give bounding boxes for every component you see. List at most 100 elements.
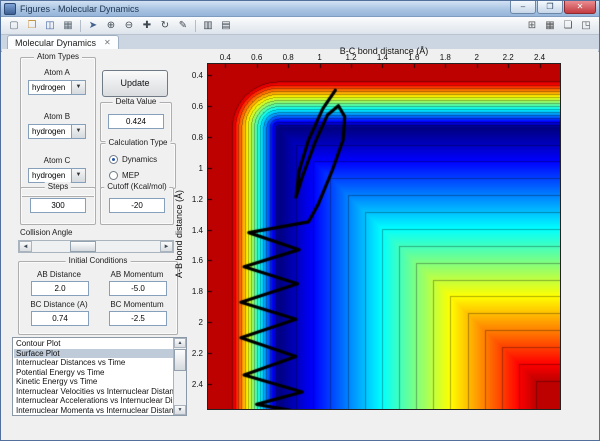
atom-a-label: Atom A	[21, 68, 93, 78]
dropdown-arrow-icon[interactable]: ▼	[72, 124, 86, 139]
plot-list-item[interactable]: Internuclear Momenta vs Internuclear Dis…	[14, 406, 173, 415]
atom-a-select[interactable]: hydrogen▼	[28, 80, 86, 95]
radio-icon[interactable]	[109, 171, 118, 180]
insert-legend-icon[interactable]: ▤	[217, 18, 235, 33]
cutoff-field[interactable]: -20	[109, 198, 165, 213]
plot-list-item[interactable]: Kinetic Energy vs Time	[14, 377, 173, 387]
maximize-button[interactable]: ❐	[537, 1, 563, 14]
dropdown-arrow-icon[interactable]: ▼	[72, 80, 86, 95]
plot-list-item[interactable]: Potential Energy vs Time	[14, 368, 173, 378]
plot-list-item[interactable]: Internuclear Velocities vs Internuclear …	[14, 387, 173, 397]
ab-distance-label: AB Distance	[25, 270, 93, 280]
y-tick-label: 1.8	[188, 287, 203, 296]
print-icon[interactable]: ▦	[59, 18, 77, 33]
plot-list-item[interactable]: Internuclear Accelerations vs Internucle…	[14, 396, 173, 406]
rotate-3d-icon[interactable]: ↻	[156, 18, 174, 33]
plot-list-item[interactable]: Surface Plot	[14, 349, 173, 359]
calc-option-mep[interactable]: MEP	[109, 171, 139, 180]
x-tick-label: 1	[308, 53, 332, 62]
y-tick-label: 0.6	[188, 102, 203, 111]
float-figure-icon[interactable]: ❏	[559, 18, 577, 33]
slider-track[interactable]	[32, 241, 160, 252]
zoom-out-icon[interactable]: ⊖	[120, 18, 138, 33]
open-file-icon[interactable]: ❒	[23, 18, 41, 33]
collision-angle-label: Collision Angle	[20, 228, 72, 238]
x-tick-label: 1.8	[433, 53, 457, 62]
bc-momentum-label: BC Momentum	[103, 300, 171, 310]
delta-value-title: Delta Value	[113, 97, 160, 107]
x-tick-label: 2.4	[528, 53, 552, 62]
update-button[interactable]: Update	[102, 70, 168, 97]
window-title: Figures - Molecular Dynamics	[20, 2, 506, 16]
atom-b-select[interactable]: hydrogen▼	[28, 124, 86, 139]
insert-colorbar-icon[interactable]: ▥	[199, 18, 217, 33]
radio-label: MEP	[122, 171, 139, 180]
data-cursor-icon[interactable]: ✎	[174, 18, 192, 33]
initial-conditions-panel: Initial Conditions AB Distance2.0AB Mome…	[18, 261, 178, 335]
atom-types-title: Atom Types	[34, 52, 82, 62]
listbox-scrollbar[interactable]: ▲ ▼	[173, 338, 186, 415]
scroll-thumb[interactable]	[174, 349, 186, 371]
atom-a-value: hydrogen	[28, 80, 72, 95]
y-tick-label: 1.6	[188, 256, 203, 265]
scroll-down-icon[interactable]: ▼	[174, 405, 186, 415]
plot-type-listbox[interactable]: Contour PlotSurface PlotInternuclear Dis…	[12, 337, 187, 416]
scroll-up-icon[interactable]: ▲	[174, 338, 186, 348]
y-tick-label: 0.4	[188, 71, 203, 80]
slider-left-arrow-icon[interactable]: ◄	[19, 241, 32, 252]
atom-c-value: hydrogen	[28, 168, 72, 183]
delta-value-field[interactable]: 0.424	[108, 114, 164, 129]
x-tick-label: 0.8	[276, 53, 300, 62]
ab-momentum-label: AB Momentum	[103, 270, 171, 280]
radio-icon[interactable]	[109, 155, 118, 164]
y-tick-label: 0.8	[188, 133, 203, 142]
x-tick-label: 0.6	[245, 53, 269, 62]
tile-figures-icon[interactable]: ⊞	[523, 18, 541, 33]
bc-distance-a--label: BC Distance (A)	[25, 300, 93, 310]
figures-window: Figures - Molecular Dynamics –❐✕ ▢❒◫▦➤⊕⊖…	[0, 0, 600, 441]
y-axis-title: A-B bond distance (Å)	[174, 169, 184, 299]
save-icon[interactable]: ◫	[41, 18, 59, 33]
steps-panel: Steps 300	[20, 187, 96, 225]
x-tick-label: 2.2	[496, 53, 520, 62]
contour-plot-canvas[interactable]	[208, 64, 560, 409]
y-tick-label: 2.4	[188, 380, 203, 389]
ab-momentum-field[interactable]: -5.0	[109, 281, 167, 296]
atom-c-select[interactable]: hydrogen▼	[28, 168, 86, 183]
dropdown-arrow-icon[interactable]: ▼	[72, 168, 86, 183]
plot-list-item[interactable]: Internuclear Distances vs Time	[14, 358, 173, 368]
calc-option-dynamics[interactable]: Dynamics	[109, 155, 157, 164]
bc-momentum-field[interactable]: -2.5	[109, 311, 167, 326]
steps-field[interactable]: 300	[30, 198, 86, 213]
pes-contour-plot[interactable]	[207, 63, 561, 410]
minimize-button[interactable]: –	[510, 1, 536, 14]
zoom-in-icon[interactable]: ⊕	[102, 18, 120, 33]
dock-figure-icon[interactable]: ◳	[577, 18, 595, 33]
cutoff-title: Cutoff (Kcal/mol)	[104, 182, 169, 192]
atom-types-panel: Atom Types Atom Ahydrogen▼Atom Bhydrogen…	[20, 57, 96, 197]
close-button[interactable]: ✕	[564, 1, 596, 14]
app-icon	[4, 3, 16, 15]
toolbar-right-group: ⊞▦❏◳	[523, 18, 595, 33]
plot-list-item[interactable]: Contour Plot	[14, 339, 173, 349]
collision-angle-slider[interactable]: ◄ ►	[18, 240, 174, 253]
x-tick-label: 1.4	[370, 53, 394, 62]
ab-distance-field[interactable]: 2.0	[31, 281, 89, 296]
toolbar-separator	[195, 20, 196, 32]
slider-right-arrow-icon[interactable]: ►	[160, 241, 173, 252]
cutoff-panel: Cutoff (Kcal/mol) -20	[100, 187, 174, 225]
grid-layout-icon[interactable]: ▦	[541, 18, 559, 33]
pan-icon[interactable]: ✚	[138, 18, 156, 33]
y-tick-label: 2	[188, 318, 203, 327]
y-tick-label: 1.2	[188, 195, 203, 204]
slider-thumb[interactable]	[70, 241, 96, 252]
bc-distance-a--field[interactable]: 0.74	[31, 311, 89, 326]
y-tick-label: 1.4	[188, 226, 203, 235]
atom-b-value: hydrogen	[28, 124, 72, 139]
title-bar[interactable]: Figures - Molecular Dynamics –❐✕	[1, 1, 599, 17]
atom-b-label: Atom B	[21, 112, 93, 122]
steps-title: Steps	[45, 182, 71, 192]
edit-plot-icon[interactable]: ➤	[84, 18, 102, 33]
new-figure-icon[interactable]: ▢	[5, 18, 23, 33]
toolbar-left-group: ▢❒◫▦ ➤⊕⊖✚↻✎ ▥▤	[5, 18, 235, 33]
